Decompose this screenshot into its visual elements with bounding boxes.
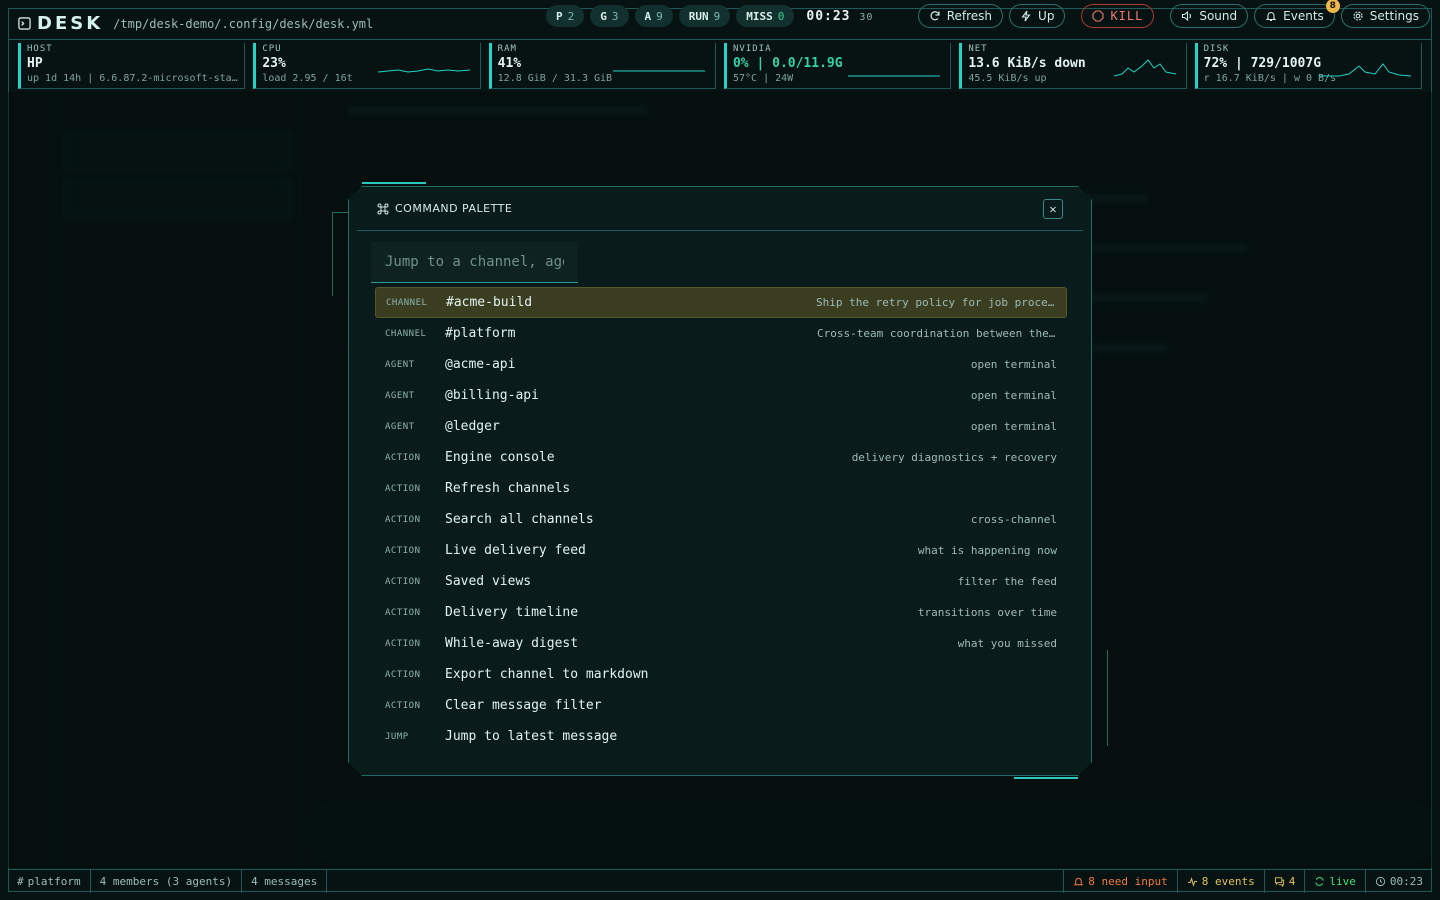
terminal-icon (18, 17, 31, 30)
palette-results: CHANNEL #acme-build Ship the retry policy … (375, 287, 1067, 752)
bell-icon (1073, 877, 1084, 885)
disk-sparkline (1318, 63, 1411, 77)
palette-item[interactable]: ACTION Delivery timeline transitions over … (375, 597, 1067, 628)
events-badge: 8 (1325, 0, 1340, 13)
counter-g[interactable]: G3 (590, 5, 629, 27)
palette-item[interactable]: ACTION Saved views filter the feed (375, 566, 1067, 597)
metric-gpu: NVIDIA 0% | 0.0/11.9G 57°C | 24W (723, 43, 952, 89)
app-logo: DESK (18, 13, 103, 34)
status-messages: 4 messages (242, 869, 328, 893)
counter-a[interactable]: A9 (634, 5, 673, 27)
chat-icon (1274, 876, 1284, 887)
palette-decoration-right (1090, 650, 1108, 746)
metric-ram: RAM 41% 12.8 GiB / 31.3 GiB (488, 43, 716, 89)
palette-item[interactable]: ACTION Export channel to markdown (375, 659, 1067, 690)
config-path: /tmp/desk-demo/.config/desk/desk.yml (113, 16, 374, 31)
command-palette: COMMAND PALETTE ✕ CHANNEL#acme-buildShip… (348, 186, 1092, 776)
palette-accent-top (362, 182, 426, 184)
metric-host: HOST HP up 1d 14h | 6.6.87.2-microsoft-s… (18, 43, 246, 89)
sound-button[interactable]: Sound (1170, 4, 1249, 28)
ram-sparkline (612, 70, 705, 72)
kill-button[interactable]: KILL (1081, 4, 1155, 28)
counter-run[interactable]: RUN 9 (678, 5, 731, 27)
events-button[interactable]: Events 8 (1254, 0, 1340, 28)
speaker-icon (1182, 10, 1192, 22)
activity-icon (1187, 876, 1197, 887)
metric-net: NET 13.6 KiB/s down 45.5 KiB/s up (959, 43, 1187, 89)
command-key-icon (377, 203, 389, 214)
status-bar: # platform 4 members (3 agents) 4 message… (8, 869, 1432, 893)
palette-accent-bottom (1014, 777, 1078, 779)
status-chats[interactable]: 4 (1263, 869, 1305, 893)
palette-item[interactable]: AGENT @acme-api open terminal (375, 349, 1067, 380)
gear-icon (1353, 11, 1363, 21)
cpu-sparkline (377, 68, 470, 73)
counter-miss[interactable]: MISS 0 (736, 5, 795, 27)
palette-item[interactable]: ACTION Live delivery feed what is happenin… (375, 535, 1067, 566)
counters: P2 G3 A9 RUN 9 MISS 0 00:23 30 (546, 5, 873, 27)
status-right: 8 need input 8 events 4 live 00:23 (1063, 869, 1432, 893)
palette-item[interactable]: JUMP Jump to latest message (375, 721, 1067, 752)
gpu-sparkline (848, 75, 941, 77)
palette-item[interactable]: ACTION Refresh channels (375, 473, 1067, 504)
palette-decoration-left (332, 212, 350, 296)
lightning-icon (1021, 10, 1031, 22)
net-sparkline (1113, 59, 1176, 77)
palette-item[interactable]: ACTION Clear message filter (375, 690, 1067, 721)
counter-p[interactable]: P2 (546, 5, 585, 27)
palette-title: COMMAND PALETTE (395, 202, 513, 215)
status-live[interactable]: live (1304, 869, 1365, 893)
palette-item[interactable]: ACTION Search all channels cross-channel (375, 504, 1067, 535)
bell-icon (1265, 12, 1277, 22)
clock-icon (1375, 876, 1385, 886)
palette-search (371, 242, 578, 283)
status-events[interactable]: 8 events (1176, 869, 1264, 893)
settings-button[interactable]: Settings (1340, 4, 1430, 28)
palette-item[interactable]: AGENT @ledger open terminal (375, 411, 1067, 442)
metric-cpu: CPU 23% load 2.95 / 16t (253, 43, 481, 89)
palette-item[interactable]: ACTION While-away digest what you missed (375, 628, 1067, 659)
palette-item[interactable]: AGENT @billing-api open terminal (375, 380, 1067, 411)
status-need-input[interactable]: 8 need input (1063, 869, 1176, 893)
status-channel[interactable]: # platform (8, 869, 91, 893)
palette-header: COMMAND PALETTE ✕ (357, 187, 1083, 231)
close-button[interactable]: ✕ (1043, 198, 1063, 219)
clock: 00:23 30 (806, 8, 874, 24)
up-button[interactable]: Up (1009, 4, 1066, 28)
refresh-icon (930, 11, 940, 21)
palette-item[interactable]: CHANNEL #platform Cross-team coordination … (375, 318, 1067, 349)
palette-item[interactable]: ACTION Engine console delivery diagnostics… (375, 442, 1067, 473)
app-title: DESK (37, 13, 104, 34)
refresh-button[interactable]: Refresh (917, 4, 1004, 28)
status-members: 4 members (3 agents) (91, 869, 243, 893)
octagon-stop-icon (1092, 10, 1104, 22)
palette-item[interactable]: CHANNEL #acme-build Ship the retry policy … (375, 287, 1067, 318)
status-time: 00:23 (1364, 869, 1432, 893)
close-icon: ✕ (1049, 201, 1057, 216)
sync-icon (1315, 876, 1325, 886)
palette-search-input[interactable] (385, 254, 564, 270)
toolbar: Refresh Up KILL Sound Events 8 Settings (917, 0, 1430, 28)
metrics-strip: HOST HP up 1d 14h | 6.6.87.2-microsoft-s… (18, 43, 1422, 89)
metric-disk: DISK 72% | 729/1007G r 16.7 KiB/s | w 0 … (1194, 43, 1422, 89)
